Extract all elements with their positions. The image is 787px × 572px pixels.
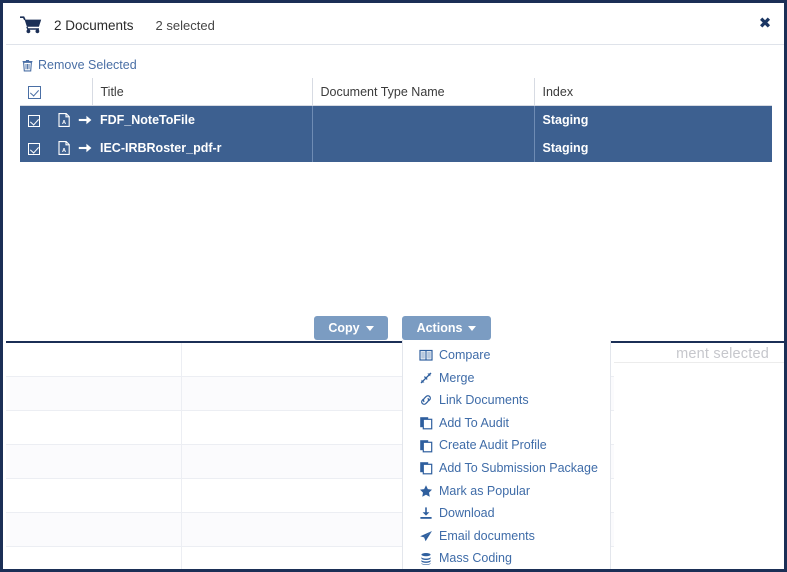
menu-item-create-audit-profile[interactable]: Create Audit Profile [403, 434, 610, 457]
menu-item-label: Download [439, 507, 495, 520]
menu-item-label: Mass Coding [439, 552, 512, 565]
actions-button[interactable]: Actions [402, 316, 491, 340]
row-select-cell[interactable] [20, 134, 50, 162]
documents-table: Title Document Type Name Index A FDF_Note… [20, 78, 772, 162]
background-no-document-selected-text: ment selected [676, 346, 769, 362]
select-all-checkbox[interactable] [28, 86, 41, 99]
download-icon [419, 506, 433, 520]
row-icons-cell[interactable]: A [50, 106, 92, 135]
background-cell-a [6, 513, 182, 547]
trash-icon [22, 59, 33, 72]
menu-item-label: Link Documents [439, 394, 529, 407]
menu-item-mark-as-popular[interactable]: Mark as Popular [403, 480, 610, 503]
table-row[interactable]: A IEC-IRBRoster_pdf-r Staging [20, 134, 772, 162]
menu-item-add-to-submission-package[interactable]: Add To Submission Package [403, 457, 610, 480]
menu-item-mass-coding[interactable]: Mass Coding [403, 547, 610, 570]
background-cell-a [6, 377, 182, 411]
menu-item-download[interactable]: Download [403, 502, 610, 525]
background-cell-a [6, 343, 182, 377]
remove-selected-action[interactable]: Remove Selected [6, 52, 787, 78]
row-checkbox[interactable] [28, 115, 40, 127]
menu-item-link-documents[interactable]: Link Documents [403, 389, 610, 412]
copy-button-label: Copy [328, 321, 359, 335]
menu-item-label: Merge [439, 372, 474, 385]
actions-dropdown-menu: Compare Merge Link Documents Add To Audit Cr… [402, 340, 611, 572]
background-cell-b [182, 377, 428, 411]
row-title[interactable]: IEC-IRBRoster_pdf-r [92, 134, 312, 162]
link-chain-icon [419, 393, 433, 407]
row-document-type-name [312, 134, 534, 162]
star-icon [419, 484, 433, 498]
cart-document-count: 2 Documents [54, 18, 134, 33]
icons-header-cell [50, 78, 92, 106]
close-icon[interactable]: ✖ [756, 15, 774, 33]
svg-text:A: A [62, 148, 66, 154]
copy-pages-icon [419, 461, 433, 475]
background-cell-b [182, 411, 428, 445]
column-header-index[interactable]: Index [534, 78, 772, 106]
compare-columns-icon [419, 348, 433, 362]
remove-selected-label[interactable]: Remove Selected [38, 58, 137, 72]
menu-item-label: Email documents [439, 530, 535, 543]
svg-text:A: A [62, 120, 66, 126]
chevron-down-icon [366, 326, 374, 331]
row-icons-cell[interactable]: A [50, 134, 92, 162]
documents-table-body: A FDF_NoteToFile Staging A IEC-IRBRoster_pdf… [20, 106, 772, 163]
actions-button-label: Actions [417, 321, 463, 335]
copy-button[interactable]: Copy [314, 316, 388, 340]
app-window: ment selected 29 Jun 202129 Jun 202129 J… [0, 0, 787, 572]
background-cell-a [6, 479, 182, 513]
menu-item-label: Add To Submission Package [439, 462, 598, 475]
row-document-type-name [312, 106, 534, 135]
shopping-cart-icon [20, 16, 42, 34]
background-cell-b [182, 343, 428, 377]
merge-arrows-icon [419, 371, 433, 385]
row-select-cell[interactable] [20, 106, 50, 135]
menu-item-label: Create Audit Profile [439, 439, 547, 452]
documents-table-header: Title Document Type Name Index [20, 78, 772, 106]
row-checkbox[interactable] [28, 143, 40, 155]
row-title[interactable]: FDF_NoteToFile [92, 106, 312, 135]
arrow-right-icon [78, 114, 92, 126]
background-cell-a [6, 547, 182, 572]
menu-item-email-documents[interactable]: Email documents [403, 525, 610, 548]
background-cell-a [6, 445, 182, 479]
background-cell-b [182, 547, 428, 572]
menu-item-compare[interactable]: Compare [403, 344, 610, 367]
chevron-down-icon [468, 326, 476, 331]
cart-selected-count: 2 selected [156, 18, 215, 33]
document-cart-panel: 2 Documents 2 selected ✖ Remove Selected [6, 6, 787, 343]
database-stack-icon [419, 552, 433, 566]
background-cell-b [182, 513, 428, 547]
copy-pages-icon [419, 416, 433, 430]
paper-plane-icon [419, 529, 433, 543]
pdf-file-icon: A [58, 141, 70, 155]
copy-pages-icon [419, 439, 433, 453]
background-cell-b [182, 479, 428, 513]
table-row[interactable]: A FDF_NoteToFile Staging [20, 106, 772, 135]
row-index: Staging [534, 134, 772, 162]
menu-item-label: Add To Audit [439, 417, 509, 430]
menu-item-label: Compare [439, 349, 490, 362]
menu-item-add-to-audit[interactable]: Add To Audit [403, 412, 610, 435]
column-header-title[interactable]: Title [92, 78, 312, 106]
menu-item-label: Mark as Popular [439, 485, 530, 498]
select-all-header-cell[interactable] [20, 78, 50, 106]
column-header-document-type-name[interactable]: Document Type Name [312, 78, 534, 106]
pdf-file-icon: A [58, 113, 70, 127]
arrow-right-icon [78, 142, 92, 154]
background-cell-b [182, 445, 428, 479]
menu-item-merge[interactable]: Merge [403, 367, 610, 390]
background-cell-a [6, 411, 182, 445]
cart-header: 2 Documents 2 selected ✖ [6, 6, 787, 45]
row-index: Staging [534, 106, 772, 135]
